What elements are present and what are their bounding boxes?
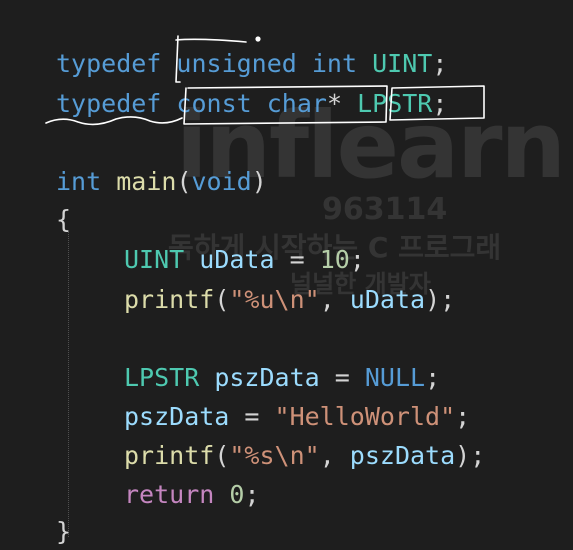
annotation-bracket-1 [175, 35, 181, 83]
annotation-dot [255, 36, 261, 42]
code-editor[interactable]: inflearn 963114 독하게 시작하는 C 프로그래 널널한 개발자 … [0, 0, 573, 550]
annotation-box-type [183, 85, 388, 125]
annotation-top-stroke [175, 38, 247, 43]
annotation-box-alias [389, 85, 485, 121]
hand-annotations [45, 35, 485, 126]
annotation-underline [45, 116, 183, 126]
